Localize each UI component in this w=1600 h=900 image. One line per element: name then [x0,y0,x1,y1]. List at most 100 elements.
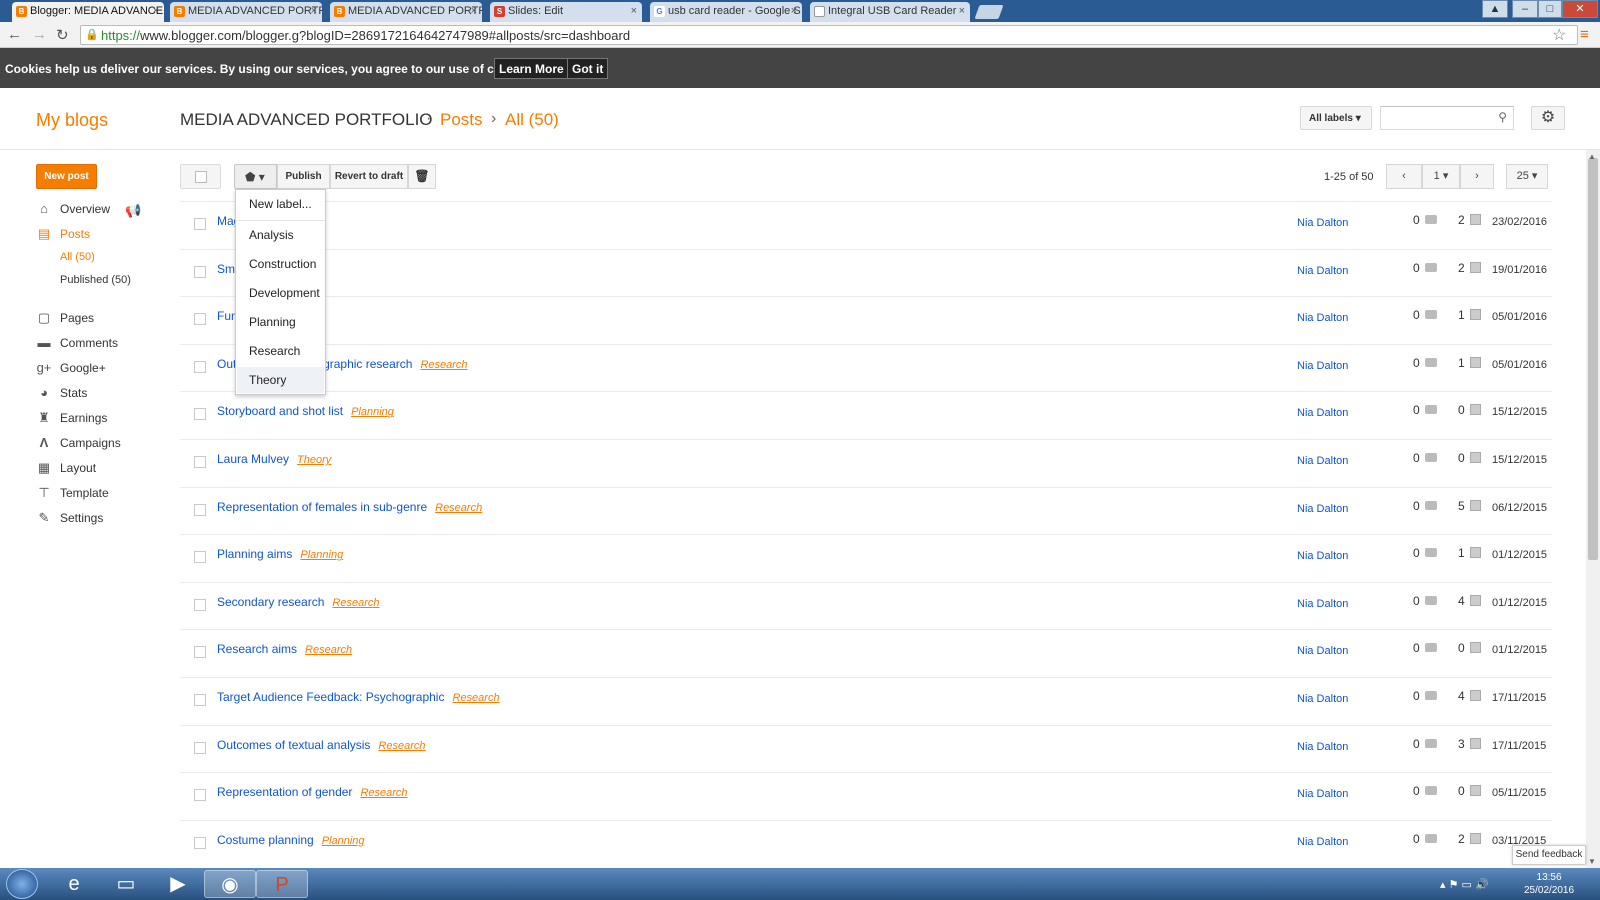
post-label-link[interactable]: Research [420,359,467,371]
close-window-button[interactable]: ✕ [1562,0,1598,18]
close-icon[interactable]: × [153,5,159,17]
sidebar-item-template[interactable]: ⊤ Template [36,485,108,503]
per-page-select[interactable]: 25 ▾ [1506,164,1548,189]
user-icon[interactable]: ▲ [1482,0,1508,18]
post-author-link[interactable]: Nia Dalton [1297,455,1348,467]
next-page-button[interactable]: › [1460,164,1494,189]
publish-button[interactable]: Publish [277,164,330,189]
learn-more-button[interactable]: Learn More [494,58,569,79]
close-icon[interactable]: × [631,5,637,17]
scrollbar-thumb[interactable] [1588,158,1598,560]
minimize-button[interactable]: – [1512,0,1538,18]
post-title-link[interactable]: Research aims Research [217,642,352,656]
row-checkbox[interactable] [194,503,206,516]
post-row[interactable]: Secondary research Research Nia Dalton 0 4 01… [180,581,1552,629]
maximize-button[interactable]: □ [1538,0,1562,18]
label-button[interactable]: ⬟ ▾ [234,164,277,189]
windows-start-button[interactable] [6,869,38,899]
post-row[interactable]: Target Audience Feedback: Psychographic R… [180,677,1552,724]
post-label-link[interactable]: Research [360,787,407,799]
bookmark-star-icon[interactable]: ☆ [1552,25,1566,45]
breadcrumb-all[interactable]: All (50) [505,110,559,130]
post-author-link[interactable]: Nia Dalton [1297,265,1348,277]
reload-icon[interactable]: ↻ [56,26,69,44]
sidebar-item-pages[interactable]: ▢ Pages [36,310,94,328]
forward-icon[interactable]: → [32,26,47,43]
my-blogs-link[interactable]: My blogs [36,110,108,131]
menu-item-label[interactable]: Development [237,280,324,306]
sidebar-item-campaigns[interactable]: Λ Campaigns [36,435,121,453]
post-title-link[interactable]: Laura Mulvey Theory [217,452,331,466]
close-icon[interactable]: × [959,5,965,17]
search-icon[interactable]: ⚲ [1498,110,1507,124]
chrome-icon[interactable]: ◉ [204,870,256,898]
post-row[interactable]: Research aims Research Nia Dalton 0 0 01/12/2… [180,629,1552,676]
post-row[interactable]: Outphic and psychographic researchResear… [180,343,1552,391]
close-icon[interactable]: × [311,5,317,17]
post-row[interactable]: Laura Mulvey Theory Nia Dalton 0 0 15/12/2015 [180,439,1552,486]
post-label-link[interactable]: Planning [322,835,365,847]
post-row[interactable]: FunosResearchNia Dalton0105/01/2016 [180,296,1552,343]
post-author-link[interactable]: Nia Dalton [1297,693,1348,705]
row-checkbox[interactable] [194,218,206,230]
close-icon[interactable]: × [791,5,797,17]
row-checkbox[interactable] [194,741,206,754]
row-checkbox[interactable] [194,456,206,468]
row-checkbox[interactable] [194,694,206,706]
row-checkbox[interactable] [194,360,206,373]
menu-item-label[interactable]: Construction [237,251,324,277]
browser-tab[interactable]: S Slides: Edit × [490,2,642,22]
powerpoint-icon[interactable]: P [256,870,308,898]
browser-tab[interactable]: B MEDIA ADVANCED PORTF × [330,2,482,22]
page-select[interactable]: 1 ▾ [1422,164,1460,189]
prev-page-button[interactable]: ‹ [1386,164,1422,189]
post-label-link[interactable]: Theory [297,454,331,466]
row-checkbox[interactable] [194,836,206,849]
internet-explorer-icon[interactable]: e [48,870,100,898]
post-author-link[interactable]: Nia Dalton [1297,836,1348,848]
browser-tab[interactable]: Gusb card reader - Google S × [650,2,802,22]
settings-gear-button[interactable]: ⚙ [1531,106,1565,130]
post-author-link[interactable]: Nia Dalton [1297,312,1348,324]
post-author-link[interactable]: Nia Dalton [1297,360,1348,372]
post-author-link[interactable]: Nia Dalton [1297,598,1348,610]
post-title-link[interactable]: Representation of gender Research [217,785,408,799]
media-player-icon[interactable]: ▶ [152,870,204,898]
post-title-link[interactable]: Target Audience Feedback: Psychographic R… [217,690,500,704]
post-row[interactable]: Representation of females in sub-genre Re… [180,486,1552,534]
breadcrumb-posts[interactable]: Posts [440,110,483,130]
got-it-button[interactable]: Got it [567,58,609,79]
post-label-link[interactable]: Research [452,692,499,704]
row-checkbox[interactable] [194,265,206,278]
scroll-up-icon[interactable]: ▲ [1588,152,1596,161]
chrome-menu-icon[interactable]: ≡ [1580,26,1589,43]
revert-to-draft-button[interactable]: Revert to draft [330,164,408,189]
sidebar-item-overview[interactable]: ⌂ Overview [36,201,110,219]
row-checkbox[interactable] [194,551,206,564]
back-icon[interactable]: ← [7,26,22,43]
menu-item-new-label[interactable]: New label... [237,191,324,217]
sidebar-item-layout[interactable]: ▦ Layout [36,460,96,478]
post-label-link[interactable]: Planning [300,549,343,561]
post-label-link[interactable]: Research [435,502,482,514]
post-label-link[interactable]: Research [332,597,379,609]
send-feedback-button[interactable]: Send feedback [1512,845,1586,865]
system-tray-icons[interactable]: ▴ ⚑ ▭ 🔊 [1440,878,1489,891]
sidebar-item-settings[interactable]: ✎ Settings [36,510,104,528]
url-input[interactable]: 🔒 https://www.blogger.com/blogger.g?blogI… [80,25,1578,45]
post-label-link[interactable]: Planning [351,406,394,418]
post-row[interactable]: Representation of gender Research Nia Dalt… [180,772,1552,819]
row-checkbox[interactable] [194,408,206,421]
post-title-link[interactable]: Costume planning Planning [217,833,365,847]
post-author-link[interactable]: Nia Dalton [1297,788,1348,800]
sidebar-item-googleplus[interactable]: g+ Google+ [36,360,106,378]
sidebar-item-comments[interactable]: ▬ Comments [36,335,119,353]
search-input[interactable]: ⚲ [1380,106,1514,130]
post-title-link[interactable]: Outcomes of textual analysis Research [217,738,425,752]
browser-tab[interactable]: B MEDIA ADVANCED PORTF × [170,2,322,22]
row-checkbox[interactable] [194,789,206,802]
row-checkbox[interactable] [194,598,206,611]
sidebar-item-posts[interactable]: ▤ Posts [36,226,90,244]
post-row[interactable]: Outcomes of textual analysis Research Nia … [180,724,1552,772]
all-labels-dropdown[interactable]: All labels ▾ [1300,106,1372,130]
